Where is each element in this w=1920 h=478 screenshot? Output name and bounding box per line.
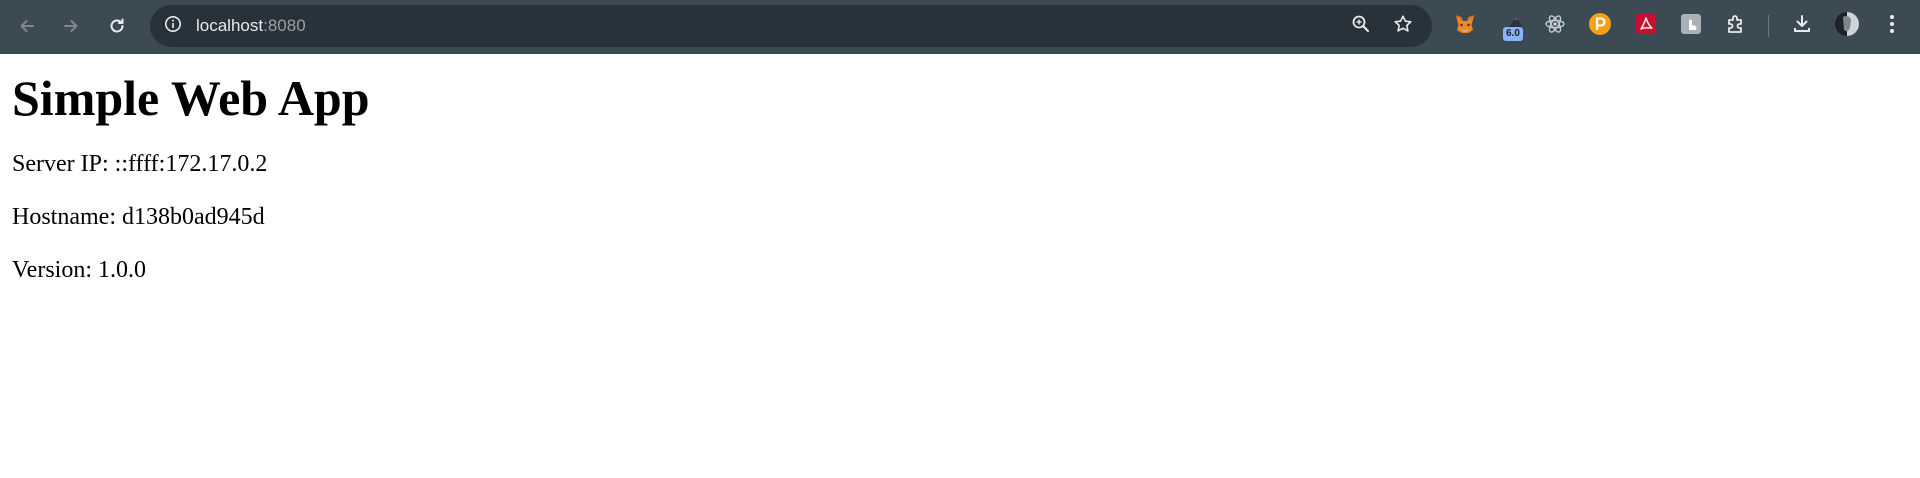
- zoom-icon: [1351, 14, 1371, 39]
- extensions-button[interactable]: [1722, 12, 1750, 40]
- pdf-icon: [1635, 13, 1657, 40]
- info-icon: [164, 15, 182, 38]
- back-arrow-icon: [17, 16, 37, 36]
- downloads-button[interactable]: [1788, 12, 1816, 40]
- hostname-text: Hostname: d138b0ad945d: [12, 204, 265, 230]
- profile-button[interactable]: [1833, 11, 1861, 42]
- avatar: [1834, 11, 1860, 42]
- orange-p-extension-button[interactable]: [1586, 12, 1614, 40]
- page-content: Simple Web App Server IP: ::ffff:172.17.…: [12, 54, 370, 284]
- star-icon: [1393, 14, 1413, 39]
- reload-button[interactable]: [98, 7, 136, 45]
- browser-toolbar: localhost:8080 6.0: [0, 0, 1920, 54]
- forward-arrow-icon: [61, 16, 81, 36]
- orange-circle-p-icon: [1588, 12, 1612, 41]
- download-icon: [1791, 13, 1813, 40]
- hand-pointer-icon: [1680, 13, 1702, 40]
- back-button[interactable]: [8, 7, 46, 45]
- version-text: Version: 1.0.0: [12, 257, 146, 283]
- server-ip-text: Server IP: ::ffff:172.17.0.2: [12, 151, 268, 177]
- pdf-extension-button[interactable]: [1632, 12, 1660, 40]
- bookmark-button[interactable]: [1390, 13, 1416, 39]
- react-devtools-extension-button[interactable]: [1541, 12, 1569, 40]
- touch-extension-button[interactable]: [1677, 12, 1705, 40]
- toolbar-separator: [1768, 15, 1769, 37]
- kebab-menu-icon: [1889, 14, 1895, 39]
- url-port: :8080: [263, 16, 306, 35]
- browser-menu-button[interactable]: [1878, 12, 1906, 40]
- forward-button[interactable]: [52, 7, 90, 45]
- fox-icon: [1453, 13, 1477, 40]
- react-atom-icon: [1544, 13, 1566, 40]
- url-text[interactable]: localhost:8080: [196, 17, 306, 35]
- zoom-button[interactable]: [1348, 13, 1374, 39]
- page-title: Simple Web App: [12, 70, 370, 126]
- extension-badge: 6.0: [1503, 27, 1523, 41]
- reload-icon: [107, 16, 127, 36]
- site-info-button[interactable]: [160, 13, 186, 39]
- puzzle-icon: [1725, 13, 1747, 40]
- address-bar[interactable]: localhost:8080: [150, 5, 1432, 47]
- url-host: localhost: [196, 16, 264, 35]
- metamask-extension-button[interactable]: [1451, 12, 1479, 40]
